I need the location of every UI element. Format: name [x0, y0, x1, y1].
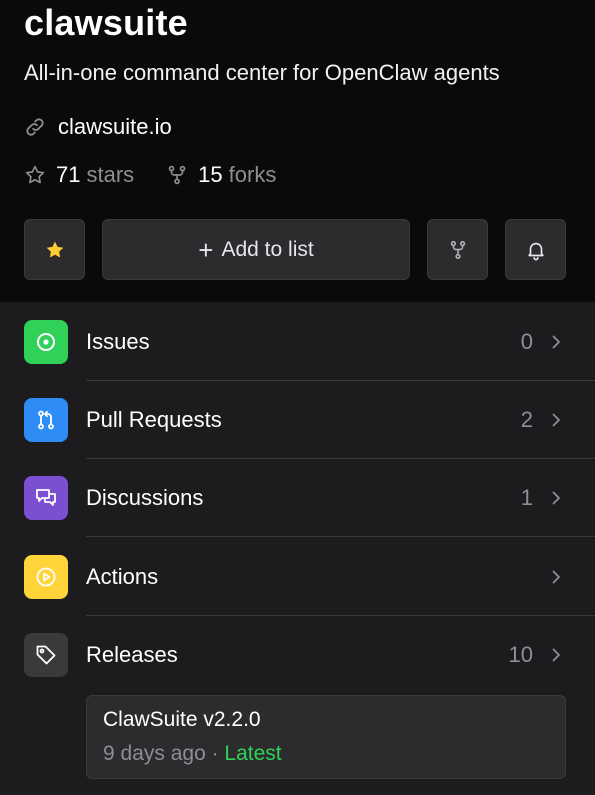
issues-icon-box	[24, 320, 68, 364]
fork-icon	[450, 240, 465, 259]
star-button[interactable]	[24, 219, 85, 280]
plus-icon: +	[198, 234, 214, 265]
chevron-right-icon	[552, 335, 560, 349]
website-link[interactable]: clawsuite.io	[24, 112, 172, 142]
discussions-icon-box	[24, 476, 68, 520]
release-meta: 9 days ago · Latest	[103, 742, 282, 766]
section-count: 10	[508, 642, 533, 667]
stars-label[interactable]: stars	[86, 162, 134, 188]
actions-icon-box	[24, 555, 68, 599]
forks-count[interactable]: 15	[198, 162, 222, 188]
latest-badge: Latest	[224, 742, 282, 765]
discussions-icon	[36, 489, 56, 506]
releases-icon-box	[24, 633, 68, 677]
row-divider	[86, 536, 595, 537]
chevron-right-icon	[552, 648, 560, 662]
section-discussions[interactable]: Discussions 1	[0, 459, 595, 537]
section-label: Issues	[86, 329, 150, 354]
play-circle-icon	[36, 567, 56, 587]
bell-icon	[527, 242, 544, 260]
stars-count[interactable]: 71	[56, 162, 80, 188]
section-label: Releases	[86, 642, 178, 667]
release-separator: ·	[205, 742, 225, 765]
add-to-list-label: Add to list	[221, 237, 314, 261]
repo-header: clawsuite All-in-one command center for …	[0, 0, 595, 302]
chevron-right-icon	[552, 491, 560, 505]
section-count: 2	[520, 407, 533, 432]
section-releases[interactable]: Releases 10	[0, 616, 595, 694]
release-age: 9 days ago	[103, 742, 206, 765]
repo-stats: 71 stars 15 forks	[24, 160, 276, 190]
repo-name: clawsuite	[24, 2, 188, 43]
release-title: ClawSuite v2.2.0	[103, 708, 261, 731]
repo-description: All-in-one command center for OpenClaw a…	[24, 60, 500, 85]
chevron-right-icon	[552, 413, 560, 427]
pull-request-icon	[38, 410, 54, 430]
section-actions[interactable]: Actions	[0, 538, 595, 616]
website-link-text[interactable]: clawsuite.io	[58, 114, 172, 140]
link-icon	[26, 118, 44, 136]
star-filled-icon	[46, 241, 63, 258]
watch-button[interactable]	[505, 219, 566, 280]
section-count: 1	[520, 485, 533, 510]
section-pull-requests[interactable]: Pull Requests 2	[0, 381, 595, 459]
tag-icon	[36, 645, 56, 665]
latest-release-card[interactable]: ClawSuite v2.2.0 9 days ago · Latest	[86, 695, 566, 779]
chevron-right-icon	[552, 570, 560, 584]
add-to-list-button[interactable]: + Add to list	[102, 219, 410, 280]
section-label: Actions	[86, 564, 159, 589]
section-label: Pull Requests	[86, 407, 222, 432]
forks-label[interactable]: forks	[229, 162, 277, 188]
star-outline-icon	[25, 165, 45, 184]
pull-requests-icon-box	[24, 398, 68, 442]
issue-circle-icon	[37, 333, 55, 351]
fork-button[interactable]	[427, 219, 488, 280]
section-label: Discussions	[86, 485, 204, 510]
section-issues[interactable]: Issues 0	[0, 303, 595, 381]
fork-icon	[168, 165, 186, 185]
section-count: 0	[520, 329, 533, 354]
